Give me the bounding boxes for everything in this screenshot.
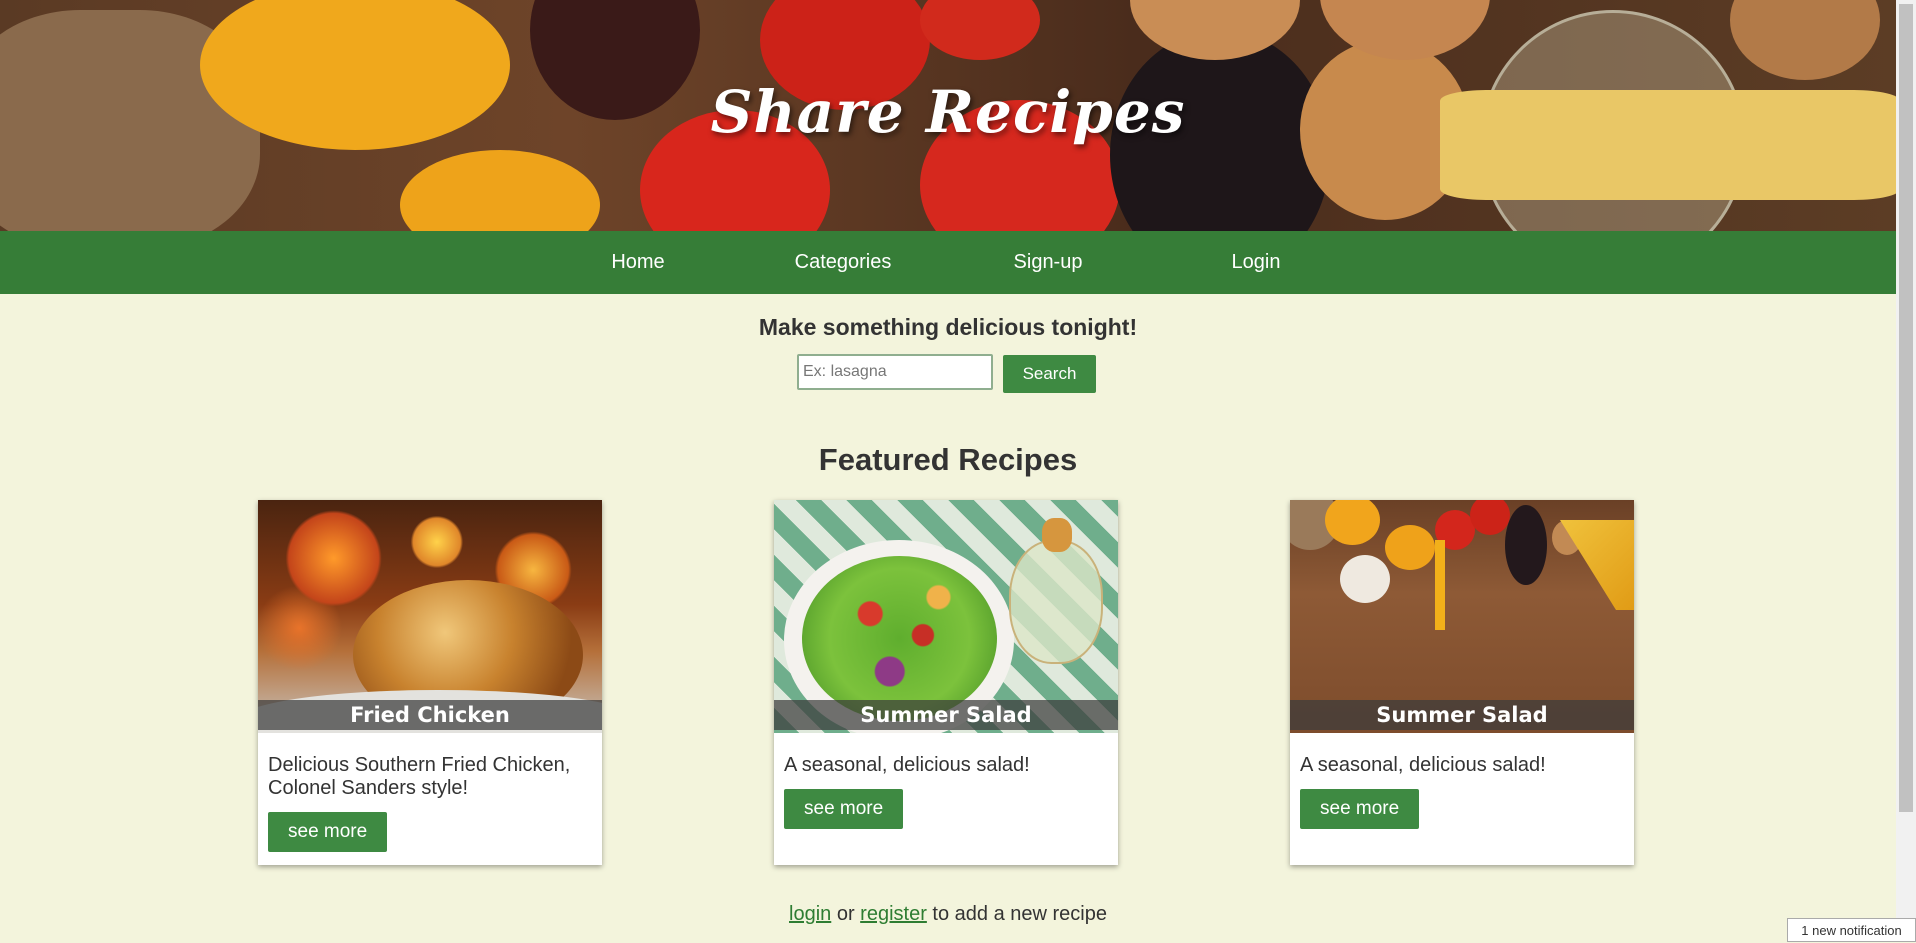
recipe-image[interactable]: Summer Salad bbox=[774, 500, 1118, 733]
notification-toast[interactable]: 1 new notification bbox=[1787, 918, 1916, 942]
yellow-pepper-shape bbox=[1325, 500, 1380, 545]
onion-shape bbox=[1730, 0, 1880, 80]
scrollbar-thumb[interactable] bbox=[1899, 4, 1913, 812]
pasta-shape bbox=[1435, 540, 1445, 630]
eggplant-shape bbox=[1505, 505, 1547, 585]
main-nav: Home Categories Sign-up Login bbox=[0, 231, 1896, 294]
search-tagline: Make something delicious tonight! bbox=[758, 314, 1138, 340]
recipe-title: Summer Salad bbox=[774, 700, 1118, 730]
recipe-image[interactable]: Fried Chicken bbox=[258, 500, 602, 733]
yellow-pepper-shape bbox=[400, 150, 600, 231]
recipe-card: Fried Chicken Delicious Southern Fried C… bbox=[258, 500, 602, 865]
hero-banner: Share Recipes bbox=[0, 0, 1896, 231]
nav-item-categories[interactable]: Categories bbox=[778, 231, 908, 294]
search-button[interactable]: Search bbox=[1003, 355, 1096, 393]
nav-item-login[interactable]: Login bbox=[1206, 231, 1306, 294]
salad-shape bbox=[802, 556, 997, 721]
tomato-shape bbox=[1470, 500, 1510, 535]
login-link[interactable]: login bbox=[789, 903, 831, 925]
nav-item-home[interactable]: Home bbox=[590, 231, 686, 294]
recipe-card: Summer Salad A seasonal, delicious salad… bbox=[774, 500, 1118, 865]
see-more-button[interactable]: see more bbox=[268, 812, 388, 852]
oil-bottle-shape bbox=[1009, 540, 1103, 664]
add-recipe-text: to add a new recipe bbox=[926, 903, 1107, 925]
page-scrollbar[interactable] bbox=[1896, 0, 1916, 942]
tomato-shape bbox=[920, 0, 1040, 60]
site-title: Share Recipes bbox=[710, 78, 1186, 146]
recipe-description: A seasonal, delicious salad! bbox=[784, 754, 1030, 776]
register-link[interactable]: register bbox=[860, 903, 927, 925]
olives-bowl-shape bbox=[1340, 555, 1390, 603]
recipe-card: Summer Salad A seasonal, delicious salad… bbox=[1290, 500, 1634, 865]
see-more-button[interactable]: see more bbox=[1300, 789, 1420, 829]
see-more-button[interactable]: see more bbox=[784, 789, 904, 829]
recipe-title: Fried Chicken bbox=[258, 700, 602, 730]
recipe-title: Summer Salad bbox=[1290, 700, 1634, 730]
recipe-description: A seasonal, delicious salad! bbox=[1300, 754, 1546, 776]
nav-item-signup[interactable]: Sign-up bbox=[996, 231, 1100, 294]
or-text: or bbox=[831, 903, 861, 925]
search-input[interactable] bbox=[797, 354, 993, 390]
yellow-pepper-shape bbox=[1385, 525, 1435, 570]
add-recipe-prompt: login or register to add a new recipe bbox=[0, 903, 1896, 926]
cork-shape bbox=[1042, 518, 1072, 552]
featured-recipes-heading: Featured Recipes bbox=[818, 442, 1078, 477]
pasta-shape bbox=[1560, 520, 1634, 610]
recipe-description: Delicious Southern Fried Chicken, Colone… bbox=[268, 754, 571, 799]
recipe-image[interactable]: Summer Salad bbox=[1290, 500, 1634, 733]
